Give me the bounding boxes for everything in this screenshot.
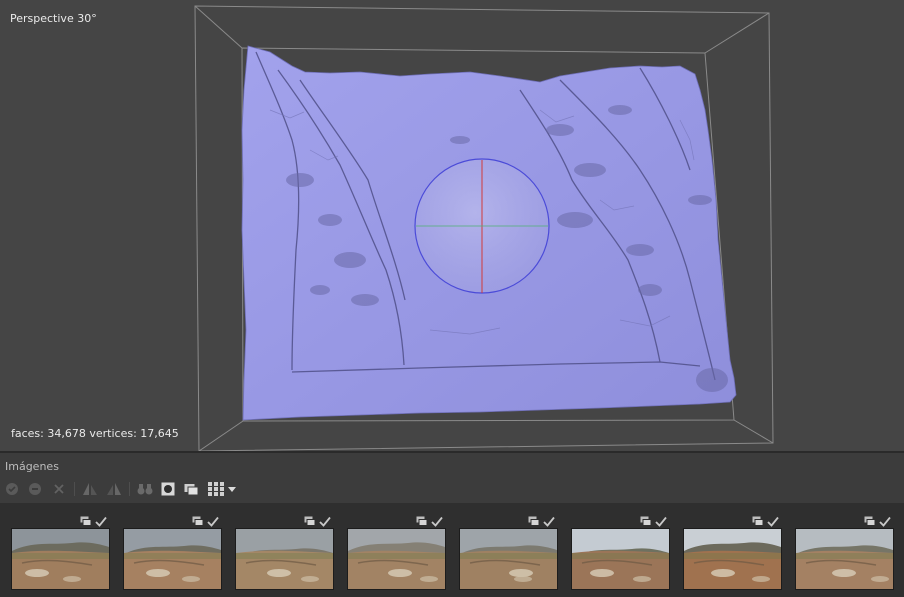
aligned-check-icon [655, 516, 667, 527]
camera-icon [528, 516, 540, 526]
thumbnail-image [795, 528, 894, 590]
image-thumbnail[interactable] [683, 503, 783, 593]
view-mode-label: Perspective 30° [10, 12, 97, 25]
camera-icon [304, 516, 316, 526]
aligned-check-icon [543, 516, 555, 527]
minus-circle-icon[interactable] [28, 482, 42, 496]
binoculars-icon[interactable] [137, 482, 153, 496]
thumbnail-status [304, 516, 331, 528]
thumbnail-strip[interactable] [0, 503, 904, 597]
panel-title: Imágenes [5, 460, 59, 473]
image-thumbnail[interactable] [795, 503, 895, 593]
camera-icon [416, 516, 428, 526]
thumbnail-image [123, 528, 222, 590]
aligned-check-icon [879, 516, 891, 527]
camera-icon [752, 516, 764, 526]
image-thumbnail[interactable] [235, 503, 335, 593]
photos-icon[interactable] [184, 482, 199, 496]
chevron-down-icon[interactable] [227, 482, 237, 496]
thumbnail-image [683, 528, 782, 590]
close-icon[interactable] [52, 482, 66, 496]
thumbnail-status [416, 516, 443, 528]
image-thumbnail[interactable] [459, 503, 559, 593]
toolbar-separator [129, 482, 130, 496]
mirror-left-icon[interactable] [82, 482, 99, 496]
images-panel: Imágenes [0, 453, 904, 597]
camera-icon [640, 516, 652, 526]
camera-icon [192, 516, 204, 526]
aligned-check-icon [431, 516, 443, 527]
trackball-gizmo[interactable] [414, 158, 550, 294]
thumbnail-image [235, 528, 334, 590]
aligned-check-icon [207, 516, 219, 527]
thumbnail-status [640, 516, 667, 528]
aligned-check-icon [319, 516, 331, 527]
thumbnail-status [752, 516, 779, 528]
image-thumbnail[interactable] [11, 503, 111, 593]
thumbnail-image [347, 528, 446, 590]
toolbar-separator [74, 482, 75, 496]
check-circle-icon[interactable] [5, 482, 19, 496]
thumbnail-image [11, 528, 110, 590]
grid-view-icon[interactable] [208, 482, 224, 496]
image-thumbnail[interactable] [571, 503, 671, 593]
viewport-scene[interactable] [0, 0, 904, 451]
aligned-check-icon [767, 516, 779, 527]
thumbnail-image [571, 528, 670, 590]
mask-icon[interactable] [161, 482, 175, 496]
thumbnail-status [80, 516, 107, 528]
thumbnail-image [459, 528, 558, 590]
thumbnail-status [864, 516, 891, 528]
mesh-stats: faces: 34,678 vertices: 17,645 [11, 427, 179, 440]
image-thumbnail[interactable] [123, 503, 223, 593]
thumbnail-status [192, 516, 219, 528]
mirror-right-icon[interactable] [106, 482, 123, 496]
camera-icon [80, 516, 92, 526]
image-thumbnail[interactable] [347, 503, 447, 593]
3d-viewport[interactable]: Perspective 30° faces: 34,678 vertices: … [0, 0, 904, 451]
aligned-check-icon [95, 516, 107, 527]
images-toolbar [0, 477, 904, 501]
thumbnail-status [528, 516, 555, 528]
camera-icon [864, 516, 876, 526]
